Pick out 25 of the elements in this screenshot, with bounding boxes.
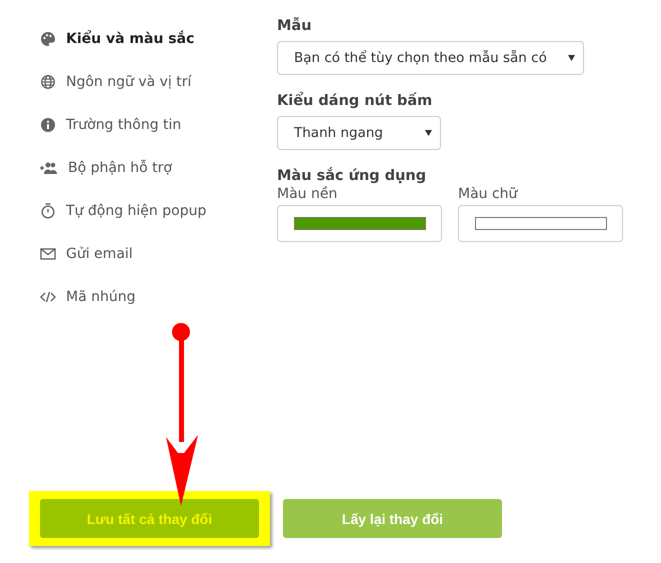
globe-icon — [40, 74, 56, 90]
color-field[interactable] — [458, 205, 623, 242]
stopwatch-icon — [40, 203, 56, 219]
template-dropdown[interactable]: Bạn có thể tùy chọn theo mẫu sẵn có — [277, 41, 584, 75]
sidebar-item[interactable]: Gửi email — [40, 242, 277, 266]
caret-icon — [425, 130, 432, 136]
mail-icon — [40, 246, 56, 262]
button-style-dropdown[interactable]: Thanh ngang — [277, 116, 441, 150]
field-label: Màu chữ — [458, 186, 519, 202]
section-heading: Mẫu — [277, 18, 313, 34]
sidebar-item[interactable]: Bộ phận hỗ trợ — [40, 156, 277, 180]
sidebar-item[interactable]: Trường thông tin — [40, 113, 277, 137]
sidebar-item[interactable]: Mã nhúng — [40, 285, 277, 309]
code-icon — [40, 289, 56, 305]
add-group-icon — [40, 161, 58, 175]
section-heading: Kiểu dáng nút bấm — [277, 93, 434, 109]
caret-icon — [568, 55, 575, 61]
sidebar-item[interactable]: Kiểu và màu sắc — [40, 27, 277, 51]
info-icon — [40, 117, 56, 133]
field-label: Màu nền — [277, 186, 338, 202]
sidebar-item[interactable]: Ngôn ngữ và vị trí — [40, 70, 277, 94]
section-heading: Màu sắc ứng dụng — [277, 168, 428, 184]
sidebar-item[interactable]: Tự động hiện popup — [40, 199, 277, 223]
palette-icon — [40, 31, 56, 47]
color-field[interactable] — [277, 205, 442, 242]
